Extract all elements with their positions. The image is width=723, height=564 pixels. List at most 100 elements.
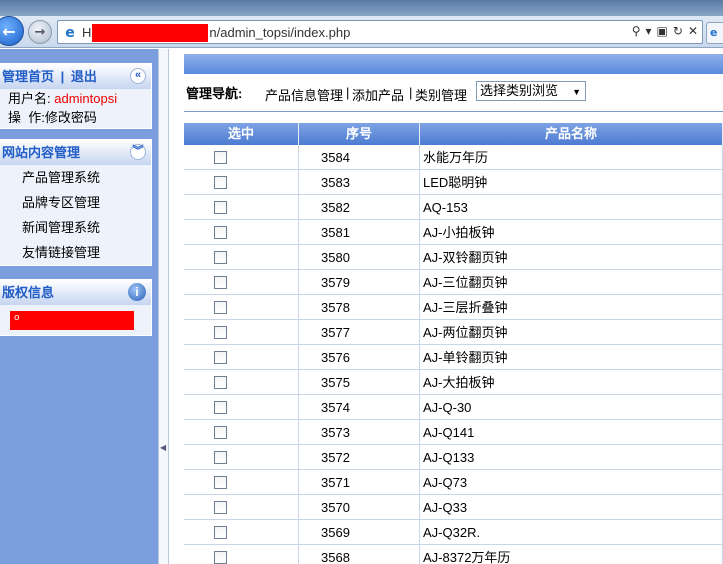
name-cell[interactable]: AJ-Q32R. (420, 520, 723, 544)
table-row[interactable]: 3576 AJ-单铃翻页钟 (184, 345, 723, 370)
id-cell: 3574 (299, 395, 420, 419)
table-row[interactable]: 3584 水能万年历 (184, 145, 723, 170)
col-id[interactable]: 序号 (299, 123, 420, 145)
refresh-icon[interactable]: ↻ (673, 24, 683, 38)
compatibility-icon[interactable]: ▣ (657, 24, 668, 38)
row-checkbox[interactable] (214, 151, 227, 164)
name-cell[interactable]: 水能万年历 (420, 145, 723, 169)
category-select[interactable]: 选择类别浏览 ▼ (476, 81, 586, 101)
row-checkbox[interactable] (214, 201, 227, 214)
forward-button[interactable]: → (28, 20, 52, 44)
row-checkbox[interactable] (214, 401, 227, 414)
name-cell[interactable]: AJ-大拍板钟 (420, 370, 723, 394)
collapse-icon[interactable]: « (130, 68, 146, 84)
col-name[interactable]: 产品名称 (420, 123, 723, 145)
select-cell (184, 345, 299, 369)
id-cell: 3578 (299, 295, 420, 319)
row-checkbox[interactable] (214, 176, 227, 189)
name-cell[interactable]: AJ-两位翻页钟 (420, 320, 723, 344)
row-checkbox[interactable] (214, 476, 227, 489)
row-checkbox[interactable] (214, 326, 227, 339)
table-row[interactable]: 3570 AJ-Q33 (184, 495, 723, 520)
name-cell[interactable]: AJ-Q33 (420, 495, 723, 519)
select-cell (184, 520, 299, 544)
expand-icon[interactable]: ︾ (130, 144, 146, 160)
table-row[interactable]: 3568 AJ-8372万年历 (184, 545, 723, 564)
col-select[interactable]: 选中 (184, 123, 299, 145)
site-content-panel: 网站内容管理 ︾ 产品管理系统 品牌专区管理 新闻管理系统 友情链接管理 (0, 139, 152, 266)
nav-add-product[interactable]: 添加产品 (352, 85, 404, 104)
sidebar-splitter[interactable]: ◀ (158, 49, 169, 564)
table-row[interactable]: 3582 AQ-153 (184, 195, 723, 220)
search-icon[interactable]: ⚲ (632, 24, 641, 38)
name-cell[interactable]: AJ-三位翻页钟 (420, 270, 723, 294)
table-row[interactable]: 3578 AJ-三层折叠钟 (184, 295, 723, 320)
name-cell[interactable]: AJ-Q133 (420, 445, 723, 469)
row-checkbox[interactable] (214, 351, 227, 364)
table-body: 3584 水能万年历 3583 LED聪明钟 3582 AQ-153 3581 AJ-小拍板钟… (184, 145, 723, 564)
row-checkbox[interactable] (214, 551, 227, 564)
change-password-link[interactable]: 修改密码 (45, 110, 97, 125)
username-row: 用户名: admintopsi (0, 89, 151, 108)
menu-news-management[interactable]: 新闻管理系统 (0, 215, 151, 240)
id-cell: 3580 (299, 245, 420, 269)
back-button[interactable]: ← (0, 16, 24, 46)
table-row[interactable]: 3569 AJ-Q32R. (184, 520, 723, 545)
name-cell[interactable]: AJ-小拍板钟 (420, 220, 723, 244)
tab-icon: e (710, 26, 718, 39)
menu-product-management[interactable]: 产品管理系统 (0, 165, 151, 190)
menu-brand-management[interactable]: 品牌专区管理 (0, 190, 151, 215)
row-checkbox[interactable] (214, 276, 227, 289)
row-checkbox[interactable] (214, 301, 227, 314)
home-link[interactable]: 管理首页 (2, 69, 54, 84)
name-cell[interactable]: AJ-Q-30 (420, 395, 723, 419)
name-cell[interactable]: AJ-Q141 (420, 420, 723, 444)
table-row[interactable]: 3572 AJ-Q133 (184, 445, 723, 470)
table-row[interactable]: 3575 AJ-大拍板钟 (184, 370, 723, 395)
select-cell (184, 545, 299, 564)
table-row[interactable]: 3581 AJ-小拍板钟 (184, 220, 723, 245)
row-checkbox[interactable] (214, 226, 227, 239)
nav-separator: | (409, 85, 413, 100)
table-row[interactable]: 3574 AJ-Q-30 (184, 395, 723, 420)
row-checkbox[interactable] (214, 451, 227, 464)
select-cell (184, 370, 299, 394)
row-checkbox[interactable] (214, 526, 227, 539)
name-cell[interactable]: AJ-双铃翻页钟 (420, 245, 723, 269)
table-row[interactable]: 3583 LED聪明钟 (184, 170, 723, 195)
table-row[interactable]: 3579 AJ-三位翻页钟 (184, 270, 723, 295)
url-suffix: n/admin_topsi/index.php (209, 25, 351, 40)
arrow-right-icon: → (34, 24, 46, 40)
table-row[interactable]: 3577 AJ-两位翻页钟 (184, 320, 723, 345)
row-checkbox[interactable] (214, 251, 227, 264)
browser-tab[interactable]: e (706, 22, 723, 44)
table-row[interactable]: 3571 AJ-Q73 (184, 470, 723, 495)
name-cell[interactable]: AJ-单铃翻页钟 (420, 345, 723, 369)
table-row[interactable]: 3573 AJ-Q141 (184, 420, 723, 445)
nav-product-info[interactable]: 产品信息管理 (265, 85, 343, 104)
select-cell (184, 320, 299, 344)
address-bar[interactable]: e Hn/admin_topsi/index.php ⚲ ▾ ▣ ↻ ✕ (57, 20, 703, 44)
name-cell[interactable]: LED聪明钟 (420, 170, 723, 194)
collapse-arrow-icon[interactable]: ◀ (160, 443, 166, 452)
nav-category-management[interactable]: 类别管理 (415, 85, 467, 104)
select-cell (184, 270, 299, 294)
site-content-header[interactable]: 网站内容管理 ︾ (0, 140, 151, 165)
row-checkbox[interactable] (214, 376, 227, 389)
menu-links-management[interactable]: 友情链接管理 (0, 240, 151, 265)
id-cell: 3583 (299, 170, 420, 194)
name-cell[interactable]: AJ-Q73 (420, 470, 723, 494)
dropdown-arrow-icon[interactable]: ▾ (646, 24, 652, 38)
id-cell: 3581 (299, 220, 420, 244)
header-bar (184, 54, 723, 74)
name-cell[interactable]: AQ-153 (420, 195, 723, 219)
row-checkbox[interactable] (214, 501, 227, 514)
sidebar: 管理首页 | 退出 « 用户名: admintopsi 操 作:修改密码 网站内… (0, 49, 158, 564)
logout-link[interactable]: 退出 (71, 69, 97, 84)
name-cell[interactable]: AJ-8372万年历 (420, 545, 723, 564)
row-checkbox[interactable] (214, 426, 227, 439)
table-row[interactable]: 3580 AJ-双铃翻页钟 (184, 245, 723, 270)
select-cell (184, 145, 299, 169)
name-cell[interactable]: AJ-三层折叠钟 (420, 295, 723, 319)
stop-icon[interactable]: ✕ (688, 24, 698, 38)
